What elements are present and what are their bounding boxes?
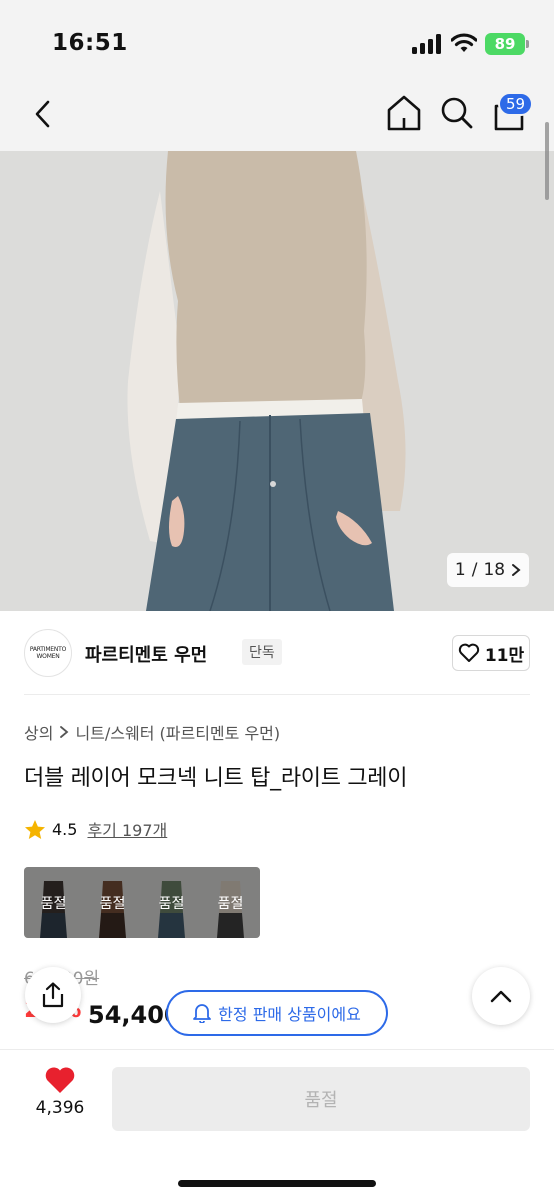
- brand-logo-line1: PARTIMENTO: [29, 646, 67, 653]
- brand-like-count: 11만: [484, 645, 525, 666]
- battery-level: 89: [494, 35, 516, 53]
- scroll-to-top-button[interactable]: [472, 967, 530, 1025]
- chevron-right-icon: [60, 726, 69, 738]
- breadcrumb-subcategory[interactable]: 니트/스웨터 (파르티멘토 우먼): [75, 720, 280, 744]
- battery-icon: 89: [485, 33, 525, 55]
- soldout-purchase-button[interactable]: 품절: [112, 1067, 530, 1131]
- soldout-label: 품절: [201, 867, 260, 938]
- exclusive-badge: 단독: [242, 639, 282, 665]
- soldout-label: 품절: [24, 867, 83, 938]
- bottom-bar-divider: [0, 1049, 554, 1050]
- chevron-right-icon: [512, 564, 521, 576]
- brand-row: PARTIMENTO WOMEN 파르티멘토 우먼 단독 11만: [24, 627, 530, 679]
- section-divider: [24, 694, 530, 695]
- gallery-separator: /: [471, 560, 478, 580]
- brand-like-button[interactable]: 11만: [452, 635, 530, 671]
- cart-count-badge: 59: [498, 92, 534, 116]
- bell-icon: [193, 1004, 212, 1023]
- heart-outline-icon: [458, 643, 479, 662]
- product-photo-illustration: [0, 151, 554, 611]
- wishlist-count: 4,396: [35, 1098, 85, 1118]
- breadcrumb: 상의 니트/스웨터 (파르티멘토 우먼): [24, 720, 280, 744]
- nav-bar: [0, 84, 554, 151]
- share-button[interactable]: [25, 967, 81, 1023]
- battery-tip: [526, 40, 529, 48]
- color-options: 품절 품절 품절 품절: [24, 867, 260, 938]
- chevron-up-icon: [490, 990, 512, 1003]
- soldout-label: 품절: [83, 867, 142, 938]
- rating-value: 4.5: [52, 819, 78, 839]
- limited-sale-text: 한정 판매 상품이에요: [218, 1005, 361, 1024]
- color-option-thumb[interactable]: 품절: [24, 867, 83, 938]
- home-icon[interactable]: [386, 94, 422, 132]
- signal-icon: [412, 34, 444, 54]
- rating-row: 4.5 후기 197개: [24, 817, 167, 841]
- status-time: 16:51: [52, 30, 128, 56]
- color-option-thumb[interactable]: 품절: [83, 867, 142, 938]
- soldout-label: 품절: [142, 867, 201, 938]
- brand-logo-line2: WOMEN: [36, 653, 60, 660]
- gallery-total: 18: [483, 560, 506, 580]
- brand-logo[interactable]: PARTIMENTO WOMEN: [24, 629, 72, 677]
- limited-sale-toast: 한정 판매 상품이에요: [166, 990, 388, 1036]
- status-bar: 16:51 89: [0, 0, 554, 84]
- brand-name[interactable]: 파르티멘토 우먼: [85, 641, 207, 667]
- product-title: 더블 레이어 모크넥 니트 탑_라이트 그레이: [24, 766, 408, 791]
- star-icon: [25, 819, 45, 839]
- color-option-thumb[interactable]: 품절: [201, 867, 260, 938]
- share-icon: [42, 982, 64, 1008]
- breadcrumb-category[interactable]: 상의: [24, 720, 53, 744]
- search-icon[interactable]: [440, 94, 474, 132]
- product-image[interactable]: [0, 151, 554, 611]
- heart-filled-icon: [45, 1067, 75, 1093]
- color-option-thumb[interactable]: 품절: [142, 867, 201, 938]
- gallery-page-indicator[interactable]: 1 / 18: [447, 553, 529, 587]
- review-count-link[interactable]: 후기 197개: [87, 817, 167, 841]
- wishlist-button[interactable]: 4,396: [24, 1066, 96, 1130]
- scrollbar: [545, 122, 549, 200]
- back-icon[interactable]: [26, 96, 58, 132]
- wifi-icon: [450, 32, 478, 54]
- gallery-current: 1: [454, 560, 466, 580]
- home-indicator: [178, 1180, 376, 1187]
